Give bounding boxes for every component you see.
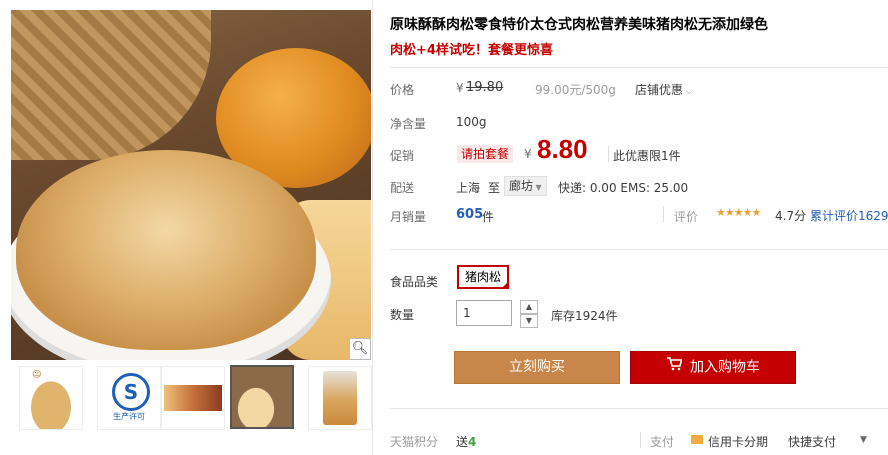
sales-unit: 件 <box>482 210 495 224</box>
divider <box>663 206 664 222</box>
quantity-label: 数量 <box>390 308 415 322</box>
thumbnail-3[interactable] <box>161 366 225 430</box>
credit-installment-link[interactable]: 信用卡分期 <box>708 433 768 450</box>
divider <box>390 67 888 68</box>
chevron-down-icon[interactable]: ▼ <box>860 435 867 445</box>
buy-now-button[interactable]: 立刻购买 <box>454 351 620 384</box>
ship-destination-select[interactable]: 廊坊 ▼ <box>504 176 547 196</box>
quick-pay-link[interactable]: 快捷支付 <box>788 433 836 450</box>
promo-limit: 此优惠限1件 <box>613 149 681 163</box>
divider <box>640 432 641 448</box>
shipping-fee: 快递: 0.00 EMS: 25.00 <box>558 181 689 195</box>
net-label: 净含量 <box>390 117 427 131</box>
ship-destination-label: 廊坊 <box>509 179 534 193</box>
pork-floss-illustration <box>16 150 316 350</box>
product-subtitle: 肉松+4样试吃！套餐更惊喜 <box>390 43 553 58</box>
brand-logo-icon: ☺ <box>32 370 42 380</box>
shop-discount-label: 店铺优惠 <box>635 83 684 97</box>
promo-price: 8.80 <box>537 134 588 164</box>
ship-from: 上海 <box>456 181 481 195</box>
ship-to-word: 至 <box>488 181 501 195</box>
product-gallery: 🔍︎ ☺ S 生产许可 <box>0 0 372 455</box>
basket-illustration <box>11 10 211 160</box>
rating-score: 4.7分 <box>775 209 807 223</box>
rating-label: 评价 <box>674 210 699 224</box>
product-detail-panel: 原味酥酥肉松零食特价太仓式肉松营养美味猪肉松无添加绿色 肉松+4样试吃！套餐更惊… <box>390 0 888 455</box>
option-pork-floss-label: 猪肉松 <box>464 270 501 284</box>
magnifier-icon[interactable]: 🔍︎ <box>349 338 371 360</box>
promo-label: 促销 <box>390 149 415 163</box>
review-count-link[interactable]: 累计评价1629 <box>810 207 888 224</box>
shipping-label: 配送 <box>390 181 415 195</box>
points-value: 送4 <box>456 433 476 450</box>
chevron-down-icon: ⌵ <box>683 87 693 97</box>
thumbnail-4[interactable] <box>230 365 294 429</box>
net-value: 100g <box>456 115 487 129</box>
chevron-down-icon: ▼ <box>533 183 542 192</box>
thumbnail-2[interactable]: S 生产许可 <box>97 366 161 430</box>
promo-currency: ¥ <box>524 147 532 161</box>
payment-label: 支付 <box>650 435 675 449</box>
option-label: 食品品类 <box>390 275 439 289</box>
original-price: 19.80 <box>466 80 504 95</box>
stock-count: 库存1924件 <box>551 309 618 323</box>
credit-card-icon <box>691 435 703 444</box>
points-prefix: 送 <box>456 435 469 449</box>
sales-value: 605 <box>456 207 484 222</box>
divider <box>608 146 609 162</box>
gallery-divider <box>372 0 373 455</box>
points-label: 天猫积分 <box>390 435 439 449</box>
cart-icon <box>666 352 683 383</box>
option-pork-floss[interactable]: 猪肉松 <box>457 265 509 289</box>
star-rating-icon: ★★★★★ <box>716 206 761 219</box>
quantity-decrease-button[interactable]: ▼ <box>520 314 538 328</box>
thumbnail-1[interactable]: ☺ <box>19 366 83 430</box>
points-amount: 4 <box>468 435 477 449</box>
product-title: 原味酥酥肉松零食特价太仓式肉松营养美味猪肉松无添加绿色 <box>390 17 768 33</box>
thumbnail-5[interactable] <box>308 366 372 430</box>
thumbnail-2-label: 生产许可 <box>113 412 145 421</box>
add-to-cart-label: 加入购物车 <box>690 359 760 376</box>
package-bag-illustration <box>323 371 357 425</box>
divider <box>390 249 888 250</box>
quantity-increase-button[interactable]: ▲ <box>520 300 538 314</box>
quantity-input[interactable] <box>456 300 512 326</box>
package-set-illustration <box>164 385 222 411</box>
unit-price: 99.00元/500g <box>535 83 616 97</box>
price-label: 价格 <box>390 83 415 97</box>
main-product-image[interactable] <box>11 10 371 360</box>
selected-check-icon <box>501 281 509 289</box>
sales-label: 月销量 <box>390 210 427 224</box>
add-to-cart-button[interactable]: 加入购物车 <box>630 351 796 384</box>
qs-certification-icon: S <box>112 373 150 411</box>
shop-discount-dropdown[interactable]: 店铺优惠 ⌵ <box>635 81 693 98</box>
promo-badge: 请拍套餐 <box>457 145 514 163</box>
divider <box>390 408 888 409</box>
thumbnail-strip: ☺ S 生产许可 <box>11 365 372 442</box>
currency-symbol: ¥ <box>456 81 464 95</box>
